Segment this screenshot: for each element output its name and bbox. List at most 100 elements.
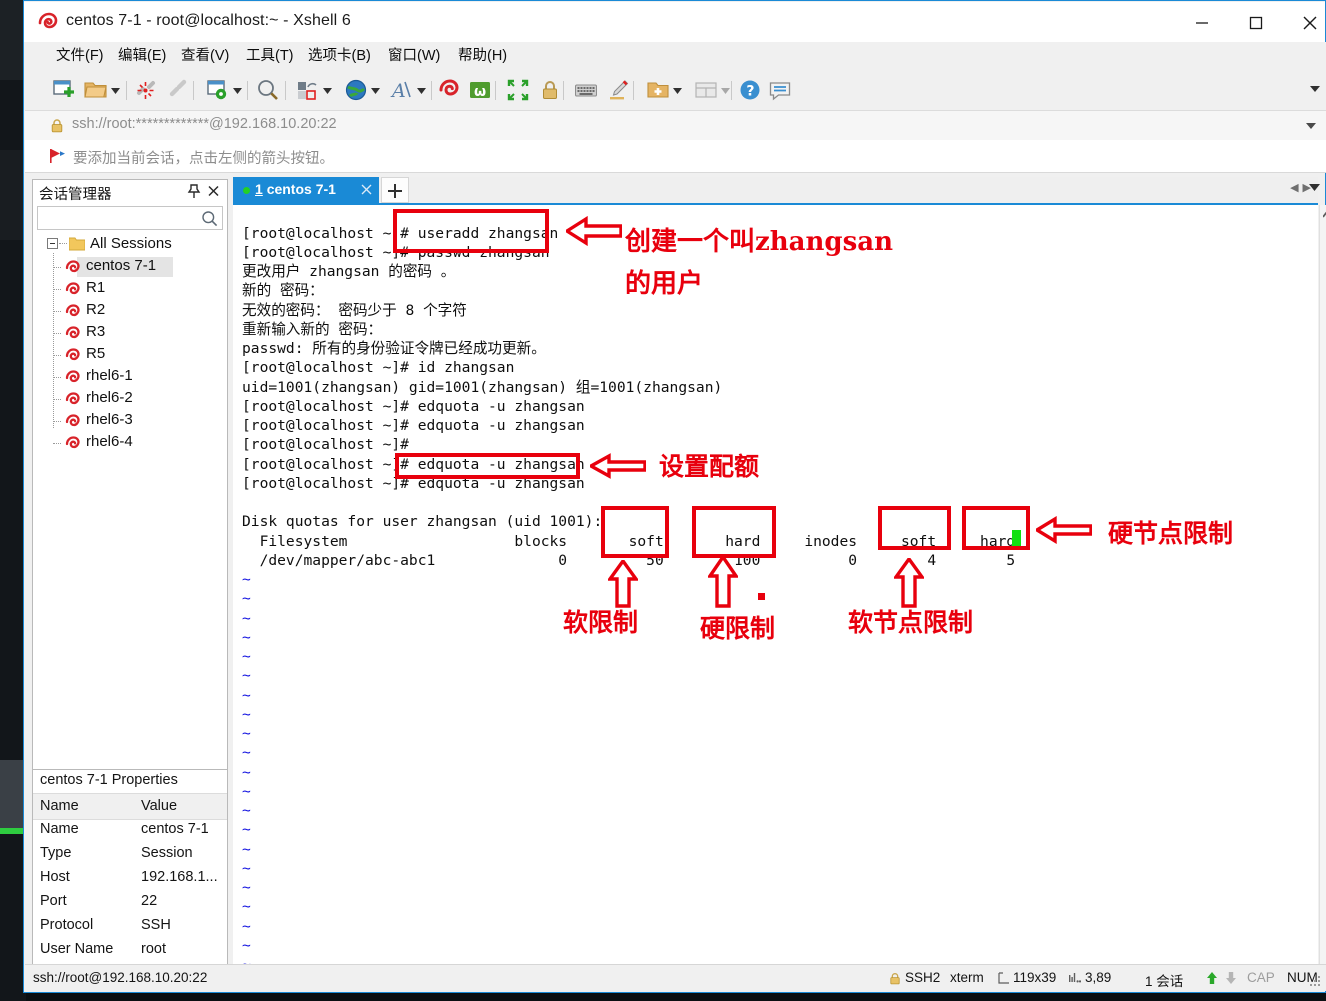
sidebar-item-centos-7-1[interactable]: centos 7-1 xyxy=(33,256,227,278)
tab-number: 1 xyxy=(255,181,263,197)
transfer-file-icon[interactable] xyxy=(295,77,321,103)
chevron-down-icon[interactable] xyxy=(1306,122,1316,130)
menu-help[interactable]: 帮助(H) xyxy=(455,46,510,67)
chevron-down-icon[interactable] xyxy=(323,87,332,95)
status-caps-lock: CAP xyxy=(1247,970,1275,985)
reconnect-icon[interactable] xyxy=(165,77,191,103)
flag-icon[interactable] xyxy=(49,148,67,164)
status-security: SSH2 xyxy=(905,970,941,985)
session-icon xyxy=(65,391,82,407)
menu-tabs[interactable]: 选项卡(B) xyxy=(305,46,374,67)
chevron-down-icon[interactable] xyxy=(721,87,730,95)
sidebar-item-r2[interactable]: R2 xyxy=(33,300,227,322)
address-bar[interactable]: ssh://root:*************@192.168.10.20:2… xyxy=(25,111,1326,141)
sidebar-item-rhel6-2[interactable]: rhel6-2 xyxy=(33,388,227,410)
add-to-favorites-icon[interactable] xyxy=(645,77,671,103)
chevron-down-icon[interactable] xyxy=(233,87,242,95)
chat-icon[interactable] xyxy=(767,77,793,103)
session-properties-icon[interactable] xyxy=(205,77,231,103)
close-button[interactable] xyxy=(1287,3,1326,43)
keyboard-icon[interactable] xyxy=(573,77,599,103)
status-terminal-type: xterm xyxy=(950,970,984,985)
lock-icon xyxy=(51,119,63,133)
sidebar-item-r1[interactable]: R1 xyxy=(33,278,227,300)
minimize-button[interactable] xyxy=(1179,3,1225,43)
chevron-down-icon[interactable] xyxy=(417,87,426,95)
sidebar-item-rhel6-3[interactable]: rhel6-3 xyxy=(33,410,227,432)
new-session-icon[interactable] xyxy=(51,77,77,103)
properties-row-protocol[interactable]: Protocol SSH xyxy=(33,914,227,938)
menu-edit[interactable]: 编辑(E) xyxy=(115,46,169,67)
properties-value: 192.168.1... xyxy=(141,869,218,885)
chevron-down-icon[interactable] xyxy=(1309,183,1320,192)
session-icon xyxy=(65,325,82,341)
toolbar-overflow-icon[interactable] xyxy=(1310,84,1320,94)
fullscreen-icon[interactable] xyxy=(505,77,531,103)
help-icon[interactable]: ? xyxy=(737,77,763,103)
chevron-down-icon[interactable] xyxy=(111,87,120,95)
session-manager-title: 会话管理器 xyxy=(39,187,112,203)
address-value[interactable]: ssh://root:*************@192.168.10.20:2… xyxy=(72,116,337,132)
session-search-input[interactable] xyxy=(37,206,223,230)
properties-value: SSH xyxy=(141,917,171,933)
chevron-down-icon[interactable] xyxy=(673,87,682,95)
properties-key: Type xyxy=(40,845,72,861)
properties-row-user-name[interactable]: User Name root xyxy=(33,938,227,962)
collapse-toggle-icon[interactable] xyxy=(47,238,58,249)
window-title: centos 7-1 - root@localhost:~ - Xshell 6 xyxy=(66,12,351,29)
notice-bar: 要添加当前会话，点击左侧的箭头按钮。 xyxy=(25,140,1326,173)
properties-row-type[interactable]: Type Session xyxy=(33,842,227,866)
disconnect-icon[interactable] xyxy=(133,77,159,103)
toolbar-separator xyxy=(126,81,127,100)
properties-key: Name xyxy=(40,821,79,837)
session-manager-panel: 会话管理器 All Sessions centos 7-1 R1 R2 R3 R… xyxy=(32,179,228,773)
arrange-layout-icon[interactable] xyxy=(693,77,719,103)
session-icon xyxy=(65,303,82,319)
find-icon[interactable] xyxy=(255,77,281,103)
session-icon xyxy=(65,435,82,451)
tab-title: centos 7-1 xyxy=(266,181,336,197)
properties-header-value: Value xyxy=(141,798,178,814)
sidebar-item-label: R5 xyxy=(86,345,106,362)
session-icon xyxy=(65,259,82,275)
menu-view[interactable]: 查看(V) xyxy=(178,46,232,67)
menu-window[interactable]: 窗口(W) xyxy=(385,46,443,67)
maximize-button[interactable] xyxy=(1233,3,1279,43)
terminal-output[interactable]: [root@localhost ~]# useradd zhangsan [ro… xyxy=(233,205,1318,966)
new-tab-button[interactable] xyxy=(381,177,409,203)
status-bar: ssh://root@192.168.10.20:22 SSH2 xterm 1… xyxy=(25,964,1326,991)
xftp-icon[interactable]: ω xyxy=(467,77,493,103)
search-icon[interactable] xyxy=(201,210,218,227)
xshell-icon[interactable] xyxy=(437,77,463,103)
sidebar-item-r3[interactable]: R3 xyxy=(33,322,227,344)
pin-icon[interactable] xyxy=(187,184,201,199)
sidebar-item-rhel6-4[interactable]: rhel6-4 xyxy=(33,432,227,454)
sidebar-item-rhel6-1[interactable]: rhel6-1 xyxy=(33,366,227,388)
sidebar-item-label: R1 xyxy=(86,279,106,296)
properties-row-port[interactable]: Port 22 xyxy=(33,890,227,914)
status-cursor-position: 3,89 xyxy=(1085,970,1112,985)
resize-grip-icon[interactable] xyxy=(1310,976,1322,988)
menu-file[interactable]: 文件(F) xyxy=(53,46,107,67)
session-icon xyxy=(65,369,82,385)
chevron-down-icon[interactable] xyxy=(371,87,380,95)
session-icon xyxy=(65,413,82,429)
menu-tools[interactable]: 工具(T) xyxy=(243,46,297,67)
close-icon[interactable] xyxy=(207,184,220,198)
sidebar-item-label: rhel6-4 xyxy=(86,433,133,450)
lock-icon[interactable] xyxy=(537,77,563,103)
properties-row-host[interactable]: Host 192.168.1... xyxy=(33,866,227,890)
open-folder-icon[interactable] xyxy=(83,77,109,103)
properties-row-name[interactable]: Name centos 7-1 xyxy=(33,818,227,842)
highlight-pen-icon[interactable] xyxy=(605,77,631,103)
properties-title-bar: centos 7-1 Properties xyxy=(33,770,227,793)
close-icon[interactable] xyxy=(360,182,373,196)
title-bar: centos 7-1 - root@localhost:~ - Xshell 6 xyxy=(24,2,1325,42)
sidebar-item-label: R3 xyxy=(86,323,106,340)
tree-item-all-sessions[interactable]: All Sessions xyxy=(33,234,227,256)
globe-icon[interactable] xyxy=(343,77,369,103)
font-icon[interactable]: A xyxy=(389,77,415,103)
terminal-scrollbar[interactable] xyxy=(1319,205,1326,966)
sidebar-item-r5[interactable]: R5 xyxy=(33,344,227,366)
tab-centos-7-1[interactable]: 1 centos 7-1 xyxy=(233,177,379,203)
